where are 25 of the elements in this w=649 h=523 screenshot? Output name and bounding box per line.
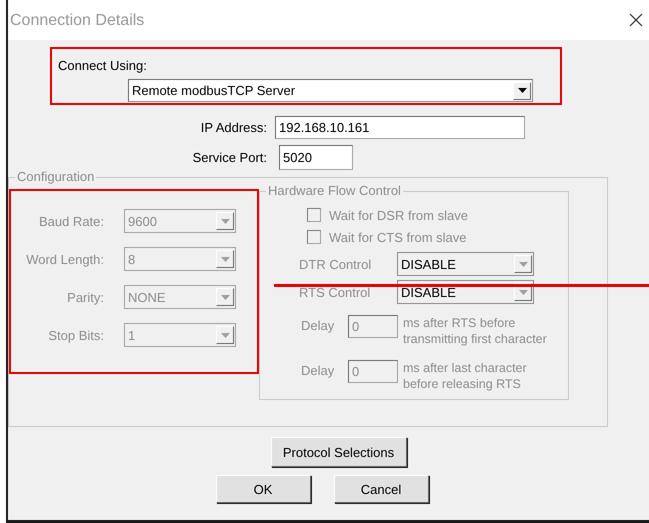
input-field[interactable]: 192.168.10.161	[275, 116, 525, 139]
field-label: Service Port:	[192, 150, 268, 165]
field-label: DTR Control	[299, 256, 372, 272]
input-field[interactable]: 5020	[279, 145, 353, 170]
field-label: Stop Bits:	[47, 328, 105, 342]
ok-button[interactable]: OK	[216, 475, 310, 503]
field-label: RTS Control	[299, 284, 372, 300]
dropdown[interactable]: Remote modbusTCP Server	[128, 79, 533, 102]
close-icon[interactable]	[629, 13, 643, 27]
field-label: Delay	[301, 362, 336, 378]
field-label: Parity:	[66, 290, 105, 304]
window-title: Connection Details	[10, 12, 144, 28]
protocol-selections-button[interactable]: Protocol Selections	[270, 437, 406, 467]
field-description: ms after last character before releasing RTS	[402, 360, 528, 392]
field-label: Baud Rate:	[38, 214, 105, 228]
cancel-button[interactable]: Cancel	[334, 475, 428, 503]
field-description: ms after RTS before transmitting first character	[402, 315, 548, 347]
checkbox-label: Wait for DSR from slave	[329, 208, 468, 222]
group-title: Hardware Flow Control	[267, 184, 402, 198]
field-label: Word Length:	[25, 252, 105, 266]
field-label: IP Address:	[200, 120, 268, 135]
group-title: Configuration	[16, 170, 96, 184]
field-label: Delay	[301, 317, 336, 333]
checkbox-label: Wait for CTS from slave	[329, 230, 466, 244]
field-label: Connect Using:	[58, 58, 148, 73]
